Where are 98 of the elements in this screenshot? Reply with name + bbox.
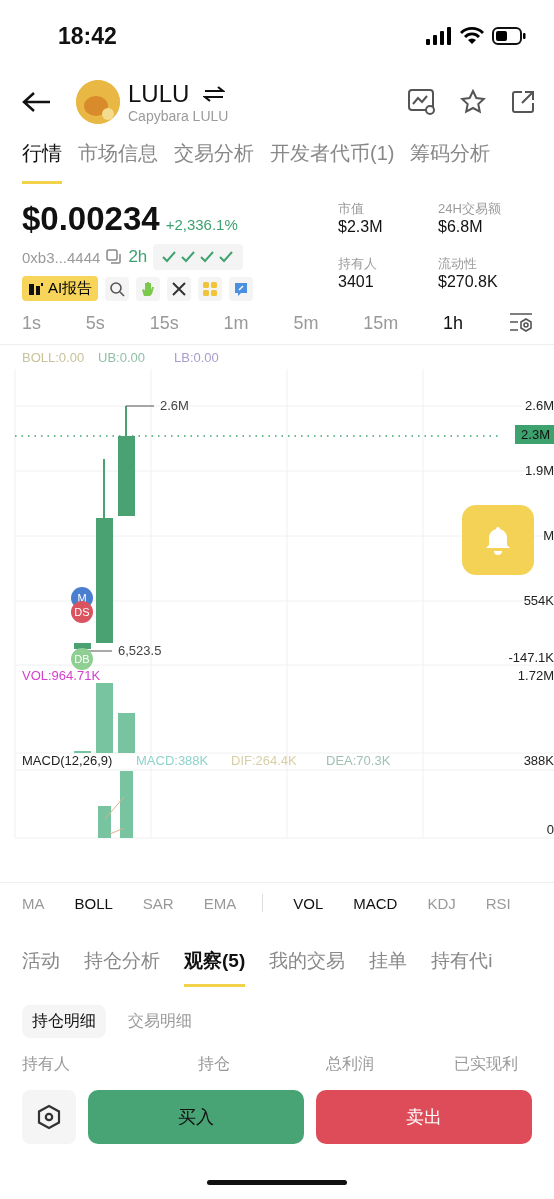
back-icon[interactable] (22, 91, 52, 113)
chart-eye-icon[interactable] (408, 89, 436, 115)
stat-label: 市值 (338, 200, 365, 218)
bell-icon (484, 525, 512, 555)
interval-tab[interactable]: 1m (223, 312, 249, 334)
sub-tab[interactable]: 持仓明细 (22, 1005, 106, 1038)
token-age: 2h (128, 247, 148, 267)
macd-bar (98, 806, 111, 838)
section-tab[interactable]: 观察(5) (184, 937, 246, 987)
share-icon[interactable] (510, 89, 536, 115)
stat-label: 流动性 (438, 255, 478, 273)
tab[interactable]: 开发者代币(1) (270, 132, 395, 184)
current-price-tag: 2.3M (515, 425, 554, 444)
price-axis-label: 1.9M (525, 463, 554, 478)
stat-label: 24H交易额 (438, 200, 502, 218)
section-tab[interactable]: 持仓分析 (84, 937, 160, 987)
battery-icon (492, 27, 526, 45)
price-axis-label: 554K (523, 593, 554, 608)
price-axis-label: M (543, 528, 554, 543)
volume-label: VOL:964.71K (22, 668, 101, 683)
macd-title: MACD(12,26,9) (22, 753, 113, 768)
tab[interactable]: 行情 (22, 132, 62, 184)
section-tab[interactable]: 活动 (22, 937, 60, 987)
token-price: $0.00234 (22, 200, 160, 238)
indicator-tab[interactable]: BOLL (74, 894, 113, 912)
interval-tab[interactable]: 5s (85, 312, 105, 334)
indicator-legend: UB:0.00 (98, 350, 145, 365)
tab[interactable]: 筹码分析 (410, 132, 491, 184)
x-logo-icon[interactable] (167, 276, 192, 301)
buy-button[interactable]: 买入 (88, 1090, 304, 1144)
token-avatar (76, 80, 120, 124)
macd-bar (120, 771, 133, 838)
indicator-legend: LB:0.00 (174, 350, 219, 365)
indicator-tab[interactable]: MA (22, 894, 45, 912)
stat-label: 持有人 (338, 255, 378, 273)
dif-line (104, 796, 125, 820)
interval-tab[interactable]: 1s (22, 312, 41, 334)
indicator-tab[interactable]: VOL (293, 894, 324, 912)
check-marks-icon (153, 244, 244, 270)
price-axis-label: 2.6M (525, 398, 554, 413)
wifi-icon (460, 27, 484, 45)
macd-axis-label: 0 (546, 822, 554, 837)
indicator-legend: BOLL:0.00 (22, 350, 85, 365)
token-name: Capybara LULU (128, 108, 230, 124)
star-icon[interactable] (460, 89, 486, 115)
token-symbol: LULU (128, 80, 190, 108)
price-change: +2,336.1% (165, 216, 238, 233)
tab[interactable]: 市场信息 (78, 132, 158, 184)
trade-marker[interactable]: DS (71, 601, 93, 623)
signal-icon (426, 27, 452, 45)
interval-tab[interactable]: 5m (293, 312, 319, 334)
contract-address: 0xb3...4444 (22, 248, 101, 266)
status-time: 18:42 (58, 22, 117, 50)
tab[interactable]: 交易分析 (174, 132, 254, 184)
interval-tab[interactable]: 15s (149, 312, 179, 334)
interval-tab[interactable]: 15m (363, 312, 399, 334)
low-price-label: 6,523.5 (118, 643, 162, 658)
search-icon[interactable] (105, 276, 130, 301)
volume-bar (118, 713, 135, 753)
macd-legend: DIF:264.4K (231, 753, 297, 768)
price-axis-label: -147.1K (508, 650, 554, 665)
section-tab[interactable]: 挂单 (369, 937, 408, 987)
interval-tab[interactable]: 1h (443, 312, 464, 334)
report-icon (28, 281, 44, 296)
column-header: 持仓 (198, 1053, 231, 1074)
sub-tab[interactable]: 交易明细 (118, 1005, 202, 1038)
trade-marker[interactable]: DB (71, 648, 93, 670)
chart-settings-icon[interactable] (507, 312, 534, 334)
stat-value: $6.8M (438, 218, 484, 236)
indicator-tab[interactable]: RSI (485, 894, 511, 912)
column-header: 持有人 (22, 1053, 71, 1074)
macd-legend: DEA:70.3K (326, 753, 391, 768)
indicator-tab[interactable]: KDJ (427, 894, 456, 912)
macd-legend: MACD:388K (136, 753, 209, 768)
copy-icon[interactable] (106, 249, 123, 265)
swap-icon[interactable] (203, 86, 226, 102)
high-price-label: 2.6M (160, 398, 189, 413)
leader-line (125, 405, 155, 407)
dea-line (109, 827, 125, 835)
message-icon[interactable] (229, 276, 254, 301)
column-header: 总利润 (326, 1053, 375, 1074)
column-header: 已实现利 (454, 1053, 519, 1074)
indicator-tab[interactable]: EMA (203, 894, 237, 912)
candle (74, 643, 91, 649)
stat-value: $270.8K (438, 273, 499, 291)
ai-report-button[interactable]: AI报告 (22, 276, 99, 301)
price-axis-label: 1.72M (517, 668, 554, 683)
section-tab[interactable]: 我的交易 (269, 937, 346, 987)
indicator-tab[interactable]: MACD (353, 894, 398, 912)
volume-bar (96, 683, 113, 753)
stat-value: 3401 (338, 273, 375, 291)
sell-button[interactable]: 卖出 (316, 1090, 532, 1144)
settings-icon (36, 1104, 62, 1130)
section-tab[interactable]: 持有代i (431, 937, 493, 987)
stat-value: $2.3M (338, 218, 384, 236)
settings-button[interactable] (22, 1090, 76, 1144)
macd-axis-label: 388K (523, 753, 554, 768)
indicator-tab[interactable]: SAR (142, 894, 174, 912)
